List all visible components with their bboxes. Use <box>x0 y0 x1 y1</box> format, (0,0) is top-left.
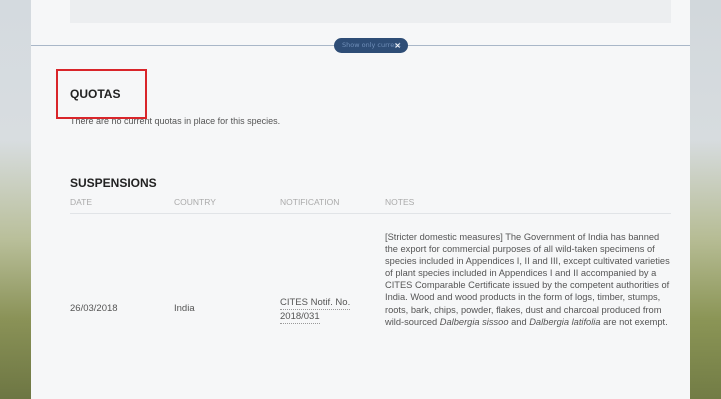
content-panel: Show only current × QUOTAS There are no … <box>31 0 690 399</box>
notification-link-line2[interactable]: 2018/031 <box>280 311 320 324</box>
cell-country: India <box>174 303 195 314</box>
background-landscape-left <box>0 0 31 399</box>
filter-chip-label: Show only current <box>342 41 401 49</box>
cell-notification[interactable]: CITES Notif. No. 2018/031 <box>280 296 351 324</box>
highlight-box <box>56 69 147 119</box>
notes-text: [Stricter domestic measures] The Governm… <box>385 232 670 327</box>
filter-chip[interactable]: Show only current × <box>334 38 408 53</box>
suspensions-heading: SUSPENSIONS <box>70 176 157 190</box>
cell-date: 26/03/2018 <box>70 303 118 314</box>
background-landscape-right <box>690 0 721 399</box>
notes-species-2: Dalbergia latifolia <box>529 316 601 327</box>
column-header-notes: NOTES <box>385 197 415 207</box>
notes-and: and <box>508 316 530 327</box>
notes-species-1: Dalbergia sissoo <box>439 316 509 327</box>
notes-end: are not exempt. <box>600 316 668 327</box>
cell-notes: [Stricter domestic measures] The Governm… <box>385 231 673 328</box>
column-header-notification: NOTIFICATION <box>280 197 340 207</box>
table-header-rule <box>70 213 671 214</box>
column-header-country: COUNTRY <box>174 197 216 207</box>
notification-link-line1[interactable]: CITES Notif. No. <box>280 297 351 310</box>
previous-section-box <box>70 0 671 23</box>
close-icon[interactable]: × <box>394 38 401 53</box>
column-header-date: DATE <box>70 197 93 207</box>
